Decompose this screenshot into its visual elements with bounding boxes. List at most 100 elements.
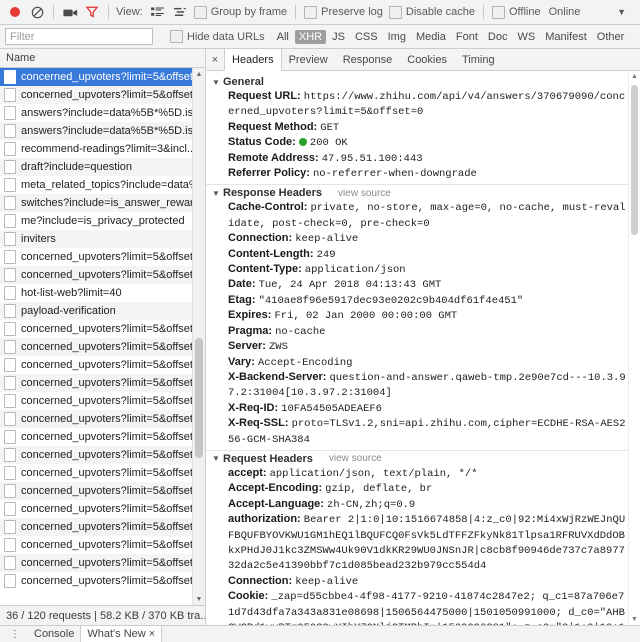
- scroll-thumb[interactable]: [195, 338, 203, 458]
- request-row[interactable]: concerned_upvoters?limit=5&offset=0: [0, 320, 205, 338]
- request-row[interactable]: answers?include=data%5B*%5D.is_...: [0, 122, 205, 140]
- chevron-down-icon[interactable]: ▼: [617, 7, 626, 17]
- tab-preview[interactable]: Preview: [282, 49, 336, 70]
- group-by-frame-label: Group by frame: [210, 6, 288, 18]
- request-name: concerned_upvoters?limit=5&offset=0: [21, 323, 205, 335]
- tab-timing[interactable]: Timing: [455, 49, 503, 70]
- header-key: Expires:: [228, 309, 275, 322]
- section-divider-2: [206, 449, 640, 451]
- filter-funnel-icon[interactable]: [82, 3, 102, 22]
- request-row[interactable]: concerned_upvoters?limit=5&offset=0: [0, 536, 205, 554]
- request-type-icon: [4, 304, 16, 318]
- request-row[interactable]: concerned_upvoters?limit=5&offset=0: [0, 248, 205, 266]
- details-scroll-down-icon[interactable]: ▼: [629, 614, 640, 625]
- request-type-icon: [4, 268, 16, 282]
- request-row[interactable]: meta_related_topics?include=data%...: [0, 176, 205, 194]
- header-value: Accept-Encoding: [257, 356, 353, 369]
- online-throttle-select[interactable]: Online: [549, 6, 581, 18]
- request-row[interactable]: concerned_upvoters?limit=5&offset=0: [0, 518, 205, 536]
- request-row[interactable]: concerned_upvoters?limit=5&offset=0: [0, 428, 205, 446]
- drawer-tab-whats-new[interactable]: What's New ×: [80, 626, 163, 642]
- request-view-source-link[interactable]: view source: [329, 453, 382, 464]
- details-scroll-up-icon[interactable]: ▲: [629, 71, 640, 82]
- request-row[interactable]: hot-list-web?limit=40: [0, 284, 205, 302]
- request-row[interactable]: concerned_upvoters?limit=5&offset=0: [0, 86, 205, 104]
- details-scroll-thumb[interactable]: [631, 85, 638, 235]
- request-name: hot-list-web?limit=40: [21, 287, 122, 299]
- drawer-tab-console[interactable]: Console: [28, 628, 80, 640]
- clear-icon[interactable]: [27, 3, 47, 22]
- filter-type-other[interactable]: Other: [593, 30, 629, 44]
- view-label: View:: [116, 6, 143, 18]
- request-list[interactable]: concerned_upvoters?limit=5&offset=0 conce…: [0, 68, 205, 605]
- filter-type-font[interactable]: Font: [452, 30, 482, 44]
- request-headers-header[interactable]: ▼ Request Headers view source: [212, 453, 628, 465]
- waterfall-view-icon[interactable]: [170, 3, 190, 22]
- request-row[interactable]: inviters: [0, 230, 205, 248]
- preserve-log-checkbox[interactable]: Preserve log: [304, 5, 383, 19]
- general-section-header[interactable]: ▼ General: [212, 76, 628, 88]
- request-row[interactable]: concerned_upvoters?limit=5&offset=0: [0, 392, 205, 410]
- request-row[interactable]: concerned_upvoters?limit=5&offset=0: [0, 482, 205, 500]
- camera-icon[interactable]: [60, 3, 80, 22]
- filter-input[interactable]: [5, 28, 153, 45]
- name-column-header[interactable]: Name: [0, 49, 205, 68]
- request-row[interactable]: concerned_upvoters?limit=5&offset=0: [0, 554, 205, 572]
- tab-headers[interactable]: Headers: [224, 49, 282, 71]
- filter-type-css[interactable]: CSS: [351, 30, 382, 44]
- filter-type-js[interactable]: JS: [328, 30, 349, 44]
- header-value: application/json: [304, 264, 406, 277]
- list-view-icon[interactable]: [148, 3, 168, 22]
- response-headers-header[interactable]: ▼ Response Headers view source: [212, 187, 628, 199]
- offline-checkbox[interactable]: Offline: [491, 5, 541, 19]
- filter-type-ws[interactable]: WS: [513, 30, 539, 44]
- hide-data-urls-checkbox[interactable]: Hide data URLs: [170, 30, 265, 43]
- request-row[interactable]: concerned_upvoters?limit=5&offset=0: [0, 500, 205, 518]
- filter-type-media[interactable]: Media: [412, 30, 450, 44]
- tab-response[interactable]: Response: [336, 49, 401, 70]
- disable-cache-checkbox[interactable]: Disable cache: [388, 5, 475, 19]
- scroll-up-icon[interactable]: ▲: [193, 68, 205, 80]
- request-row[interactable]: concerned_upvoters?limit=5&offset=0: [0, 266, 205, 284]
- filter-type-doc[interactable]: Doc: [484, 30, 512, 44]
- request-name: concerned_upvoters?limit=5&offset=0: [21, 395, 205, 407]
- more-options-icon[interactable]: ⋮: [10, 629, 20, 639]
- request-name: meta_related_topics?include=data%...: [21, 179, 205, 191]
- request-row[interactable]: concerned_upvoters?limit=5&offset=0: [0, 446, 205, 464]
- request-row[interactable]: switches?include=is_answer_reward...: [0, 194, 205, 212]
- header-key: Content-Type:: [228, 263, 305, 276]
- filter-type-all[interactable]: All: [273, 30, 293, 44]
- request-row[interactable]: concerned_upvoters?limit=5&offset=0: [0, 68, 205, 86]
- scroll-down-icon[interactable]: ▼: [193, 593, 205, 605]
- request-row[interactable]: concerned_upvoters?limit=5&offset=0: [0, 338, 205, 356]
- request-row[interactable]: recommend-readings?limit=3&incl...: [0, 140, 205, 158]
- header-row: Request URL: https://www.zhihu.com/api/v…: [212, 89, 628, 120]
- record-icon[interactable]: [5, 3, 25, 22]
- request-row[interactable]: concerned_upvoters?limit=5&offset=0: [0, 374, 205, 392]
- preserve-log-label: Preserve log: [321, 6, 383, 18]
- request-list-scrollbar[interactable]: ▲ ▼: [192, 68, 205, 605]
- details-scrollbar[interactable]: ▲ ▼: [628, 71, 640, 625]
- request-row[interactable]: concerned_upvoters?limit=5&offset=0: [0, 356, 205, 374]
- request-name: concerned_upvoters?limit=5&offset=0: [21, 71, 205, 83]
- request-type-icon: [4, 232, 16, 246]
- header-key: Server:: [228, 340, 269, 353]
- request-row[interactable]: answers?include=data%5B*%5D.is_...: [0, 104, 205, 122]
- filter-type-manifest[interactable]: Manifest: [541, 30, 591, 44]
- header-key: X-Req-SSL:: [228, 417, 292, 430]
- request-row[interactable]: concerned_upvoters?limit=5&offset=0: [0, 464, 205, 482]
- request-row[interactable]: concerned_upvoters?limit=5&offset=0: [0, 572, 205, 590]
- header-value: gzip, deflate, br: [325, 483, 433, 496]
- group-by-frame-checkbox[interactable]: Group by frame: [193, 5, 288, 19]
- request-row[interactable]: concerned_upvoters?limit=5&offset=0: [0, 410, 205, 428]
- request-type-icon: [4, 430, 16, 444]
- request-row[interactable]: draft?include=question: [0, 158, 205, 176]
- response-headers-title: Response Headers: [223, 187, 323, 200]
- response-view-source-link[interactable]: view source: [338, 188, 391, 199]
- request-row[interactable]: me?include=is_privacy_protected: [0, 212, 205, 230]
- tab-cookies[interactable]: Cookies: [400, 49, 455, 70]
- filter-type-img[interactable]: Img: [384, 30, 410, 44]
- request-row[interactable]: payload-verification: [0, 302, 205, 320]
- close-icon[interactable]: ×: [206, 49, 224, 70]
- filter-type-xhr[interactable]: XHR: [294, 29, 327, 44]
